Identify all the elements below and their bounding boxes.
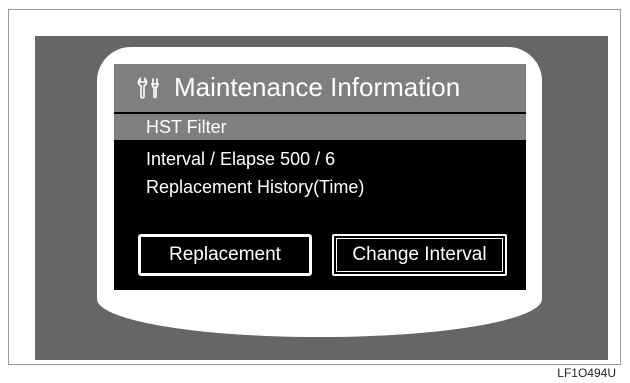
interval-elapse-row: Interval / Elapse 500 / 6 [146, 149, 336, 169]
selected-item-label: HST Filter [146, 117, 227, 137]
title-bar: Maintenance Information [114, 64, 526, 112]
replacement-button[interactable]: Replacement [138, 234, 312, 276]
page-title: Maintenance Information [174, 72, 461, 102]
change-interval-button[interactable]: Change Interval [332, 234, 507, 276]
wrench-icon [136, 76, 162, 100]
display-screen: Maintenance Information HST Filter Inter… [114, 64, 526, 290]
replacement-history-row: Replacement History(Time) [146, 177, 365, 197]
figure-caption: LF1O494U [557, 366, 616, 380]
